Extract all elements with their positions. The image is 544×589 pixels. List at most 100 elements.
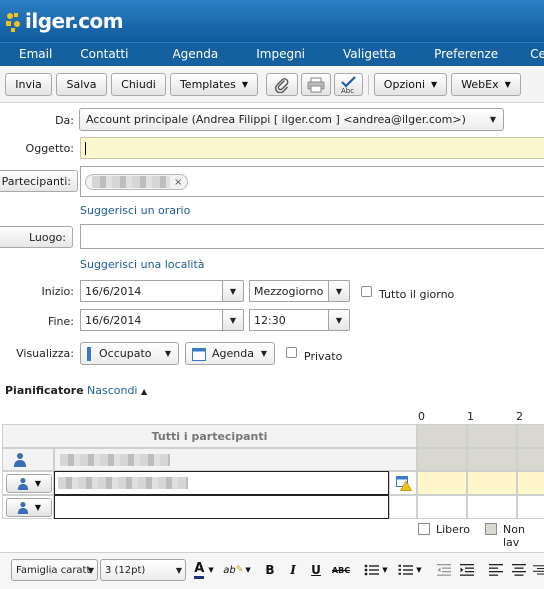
spellcheck-button[interactable]: Abc [334,73,363,96]
attendees-button[interactable]: Partecipanti: [0,170,78,192]
chevron-down-icon: ▼ [335,286,343,296]
show-as-value: Occupato [99,347,152,360]
indent-button[interactable] [459,559,475,581]
all-attendees-label: Tutti i partecipanti [151,430,268,443]
bold-button[interactable]: B [262,559,278,581]
redacted-organizer-name [60,454,170,466]
timeslot-cell [467,471,517,495]
attendee-name-input[interactable] [54,471,389,495]
show-as-select[interactable]: Occupato ▼ [80,342,179,365]
brand-logo[interactable]: ilger.com [2,6,124,36]
align-left-icon [489,564,503,576]
all-day-checkbox[interactable] [361,286,372,297]
bullet-list-button[interactable]: ▼ [360,559,392,581]
start-date-picker-button[interactable]: ▼ [222,280,244,302]
all-day-label: Tutto il giorno [379,288,455,301]
calendar-select[interactable]: Agenda ▼ [185,342,275,365]
show-as-label: Visualizza: [16,347,74,360]
attendee-status-cell [389,495,417,519]
warning-calendar-icon [396,476,412,491]
webex-button[interactable]: WebEx ▼ [451,73,521,96]
align-left-button[interactable] [488,559,504,581]
start-time-dropdown[interactable]: ▼ [328,280,350,302]
editor-toolbar: Famiglia caratt ▼ 3 (12pt) ▼ A ▼ ab ✎ ▼ … [0,552,544,589]
start-date-input[interactable]: 16/6/2014 [80,280,223,302]
end-date-input[interactable]: 16/6/2014 [80,309,223,331]
outdent-button[interactable] [436,559,452,581]
nav-calendar[interactable]: Agenda [142,43,232,65]
calendar-icon [192,347,206,361]
scheduler-title: Pianificatore [5,384,84,397]
chevron-down-icon: ▼ [382,566,388,574]
compose-toolbar: Invia Salva Chiudi Templates ▼ Abc Opzion… [0,67,544,103]
spellcheck-text: Abc [341,87,354,95]
attendees-input[interactable]: × [80,166,544,197]
underline-button[interactable]: U [308,559,324,581]
highlight-icon: ab [223,564,236,576]
timeslot-cell [517,448,544,471]
align-right-button[interactable] [533,559,544,581]
start-time-input[interactable]: Mezzogiorno [249,280,331,302]
templates-button[interactable]: Templates ▼ [170,73,258,96]
location-button[interactable]: Luogo: [0,226,73,248]
chevron-down-icon: ▼ [489,115,496,124]
chevron-down-icon: ▼ [208,566,214,574]
chevron-down-icon: ▼ [229,286,237,296]
send-button[interactable]: Invia [5,73,52,96]
options-label: Opzioni [383,78,426,91]
suggest-time-link[interactable]: Suggerisci un orario [80,204,190,217]
nav-briefcase[interactable]: Valigetta [319,43,410,65]
toolbar-divider [368,75,369,95]
print-button[interactable] [301,73,331,96]
redacted-attendee-name [58,477,188,489]
legend-nonwork-swatch [485,523,497,535]
options-button[interactable]: Opzioni ▼ [374,73,447,96]
suggest-location-link[interactable]: Suggerisci una località [80,258,205,271]
chevron-down-icon: ▼ [416,566,422,574]
font-size-value: 3 (12pt) [105,564,146,576]
align-center-icon [512,564,526,576]
attendee-type-select[interactable]: ▼ [6,498,52,517]
attendee-chip[interactable]: × [85,174,188,190]
timeslot-cell [467,495,517,519]
align-center-button[interactable] [511,559,527,581]
nav-tasks[interactable]: Impegni [232,43,319,65]
person-icon [17,477,29,490]
new-attendee-input[interactable] [54,495,389,519]
numbered-list-button[interactable]: ▼ [394,559,426,581]
italic-button[interactable]: I [285,559,301,581]
scheduler-hide-link[interactable]: Nascondi ▲ [87,384,147,397]
nav-contacts[interactable]: Contatti [66,43,142,65]
nav-preferences[interactable]: Preferenze [410,43,512,65]
legend-free-swatch [418,523,430,535]
attach-button[interactable] [266,73,298,96]
hour-label-0: 0 [418,410,425,423]
chevron-down-icon: ▼ [335,315,343,325]
strikethrough-button[interactable]: ABC [330,559,352,581]
location-input[interactable] [80,224,544,249]
end-time-dropdown[interactable]: ▼ [328,309,350,331]
close-icon[interactable]: × [174,177,182,188]
private-checkbox[interactable] [286,347,297,358]
font-size-select[interactable]: 3 (12pt) ▼ [100,559,186,581]
nav-search[interactable]: Cerca [512,43,544,65]
font-family-select[interactable]: Famiglia caratt ▼ [11,559,98,581]
highlight-button[interactable]: ab ✎ ▼ [221,559,253,581]
person-icon [14,453,26,467]
subject-input[interactable] [80,137,544,159]
logo-mark-icon [2,9,24,33]
end-time-input[interactable]: 12:30 [249,309,331,331]
align-right-icon [533,565,544,575]
bullet-list-icon [364,564,380,576]
font-color-button[interactable]: A ▼ [190,559,218,581]
close-button[interactable]: Chiudi [111,73,166,96]
hour-label-2: 2 [516,410,523,423]
from-select[interactable]: Account principale (Andrea Filippi [ ilg… [79,108,504,131]
timeslot-cell [517,495,544,519]
save-button[interactable]: Salva [56,73,107,96]
legend-nonwork-label: Non lav [503,523,525,549]
nav-email[interactable]: Email [0,43,66,65]
attendee-type-select[interactable]: ▼ [6,474,52,493]
chevron-down-icon: ▼ [175,566,182,575]
end-date-picker-button[interactable]: ▼ [222,309,244,331]
